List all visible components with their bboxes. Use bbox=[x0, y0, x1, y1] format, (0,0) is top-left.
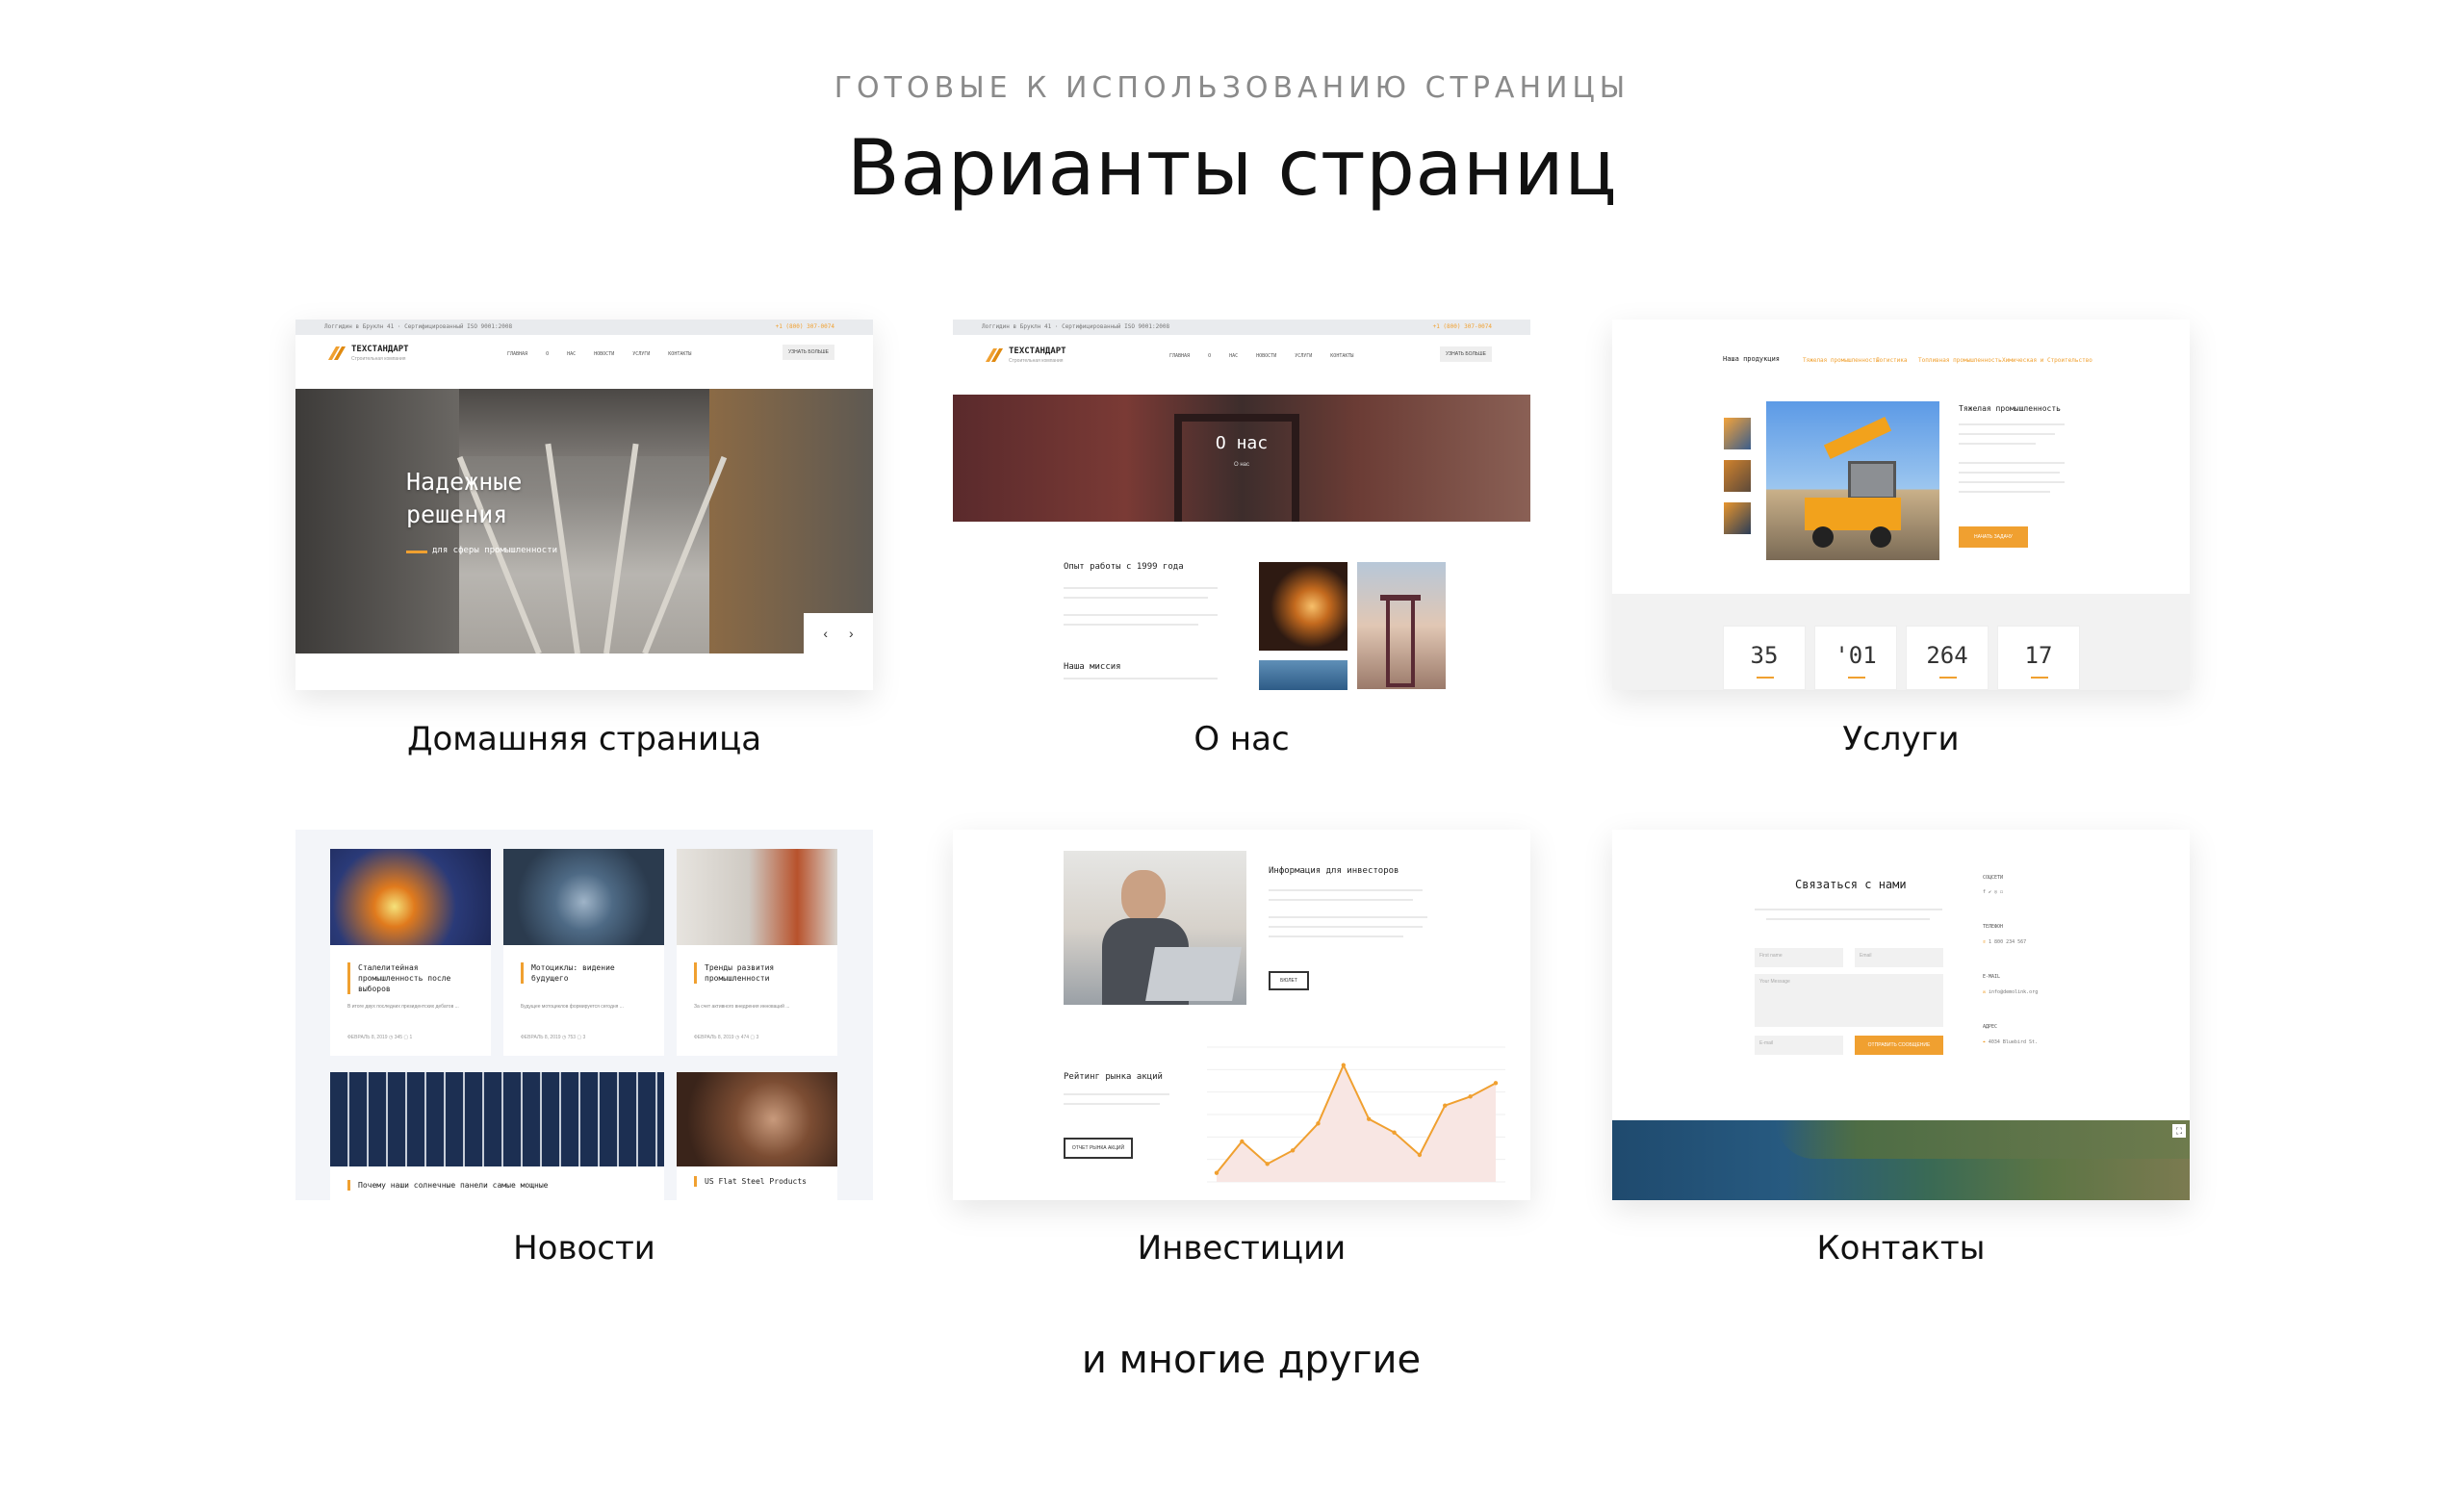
hero-title: Надежные решения bbox=[406, 468, 523, 528]
chart-point bbox=[1265, 1162, 1270, 1166]
thumbnail bbox=[1724, 418, 1751, 449]
slider-arrows: ‹ › bbox=[804, 613, 873, 653]
stat-value: 17 bbox=[1997, 626, 2080, 690]
stat-value: '01 bbox=[1814, 626, 1897, 690]
preview-about[interactable]: Логгидин в Бруклн 41 · Сертифицированный… bbox=[953, 320, 1530, 690]
side-email-label: E-MAIL bbox=[1983, 974, 2001, 980]
chart-point bbox=[1417, 1152, 1423, 1158]
topbar: Логгидин в Бруклн 41 · Сертифицированный… bbox=[953, 320, 1530, 335]
side-phone-label: ТЕЛЕФОН bbox=[1983, 924, 2004, 930]
services-tab: Топливная промышленность bbox=[1918, 357, 2002, 364]
services-tab: Логистика bbox=[1876, 357, 1908, 364]
investor-image bbox=[1064, 851, 1246, 1005]
preview-invest[interactable]: Информация для инвесторов БЮЛЕТ Рейтинг … bbox=[953, 830, 1530, 1200]
image-sparks bbox=[1259, 562, 1348, 651]
nav-menu: ГЛАВНАЯ О НАС НОВОСТИ УСЛУГИ КОНТАКТЫ bbox=[507, 351, 692, 357]
thumbnail bbox=[1724, 502, 1751, 534]
caption-services: Услуги bbox=[1842, 720, 1960, 758]
chart-point bbox=[1290, 1148, 1296, 1153]
section-eyebrow: ГОТОВЫЕ К ИСПОЛЬЗОВАНИЮ СТРАНИЦЫ bbox=[834, 71, 1630, 105]
chart-point bbox=[1366, 1116, 1372, 1121]
caption-contacts: Контакты bbox=[1816, 1229, 1986, 1268]
caption-about: О нас bbox=[1194, 720, 1290, 758]
image-tower bbox=[1357, 562, 1446, 689]
product-image bbox=[1766, 401, 1939, 560]
email-field: E-mail bbox=[1755, 1036, 1843, 1055]
mission-heading: Наша миссия bbox=[1064, 662, 1121, 672]
caption-invest: Инвестиции bbox=[1137, 1229, 1347, 1268]
side-address-label: АДРЕС bbox=[1983, 1024, 1998, 1030]
stock-report-button: ОТЧЕТ РЫНКА АКЦИЙ bbox=[1064, 1138, 1133, 1159]
chart-point bbox=[1240, 1139, 1245, 1144]
preview-news[interactable]: Сталелитейная промышленность после выбор… bbox=[295, 830, 873, 1200]
stock-chart bbox=[1207, 1046, 1505, 1183]
hero-subtitle: для сферы промышленности bbox=[432, 546, 558, 555]
map: ⛶ bbox=[1612, 1120, 2190, 1200]
contacts-heading: Связаться с нами bbox=[1795, 878, 1907, 891]
logo-text: ТЕХСТАНДАРТ bbox=[351, 345, 409, 354]
logo-subtitle: Строительная компания bbox=[351, 356, 406, 362]
nav-row: ТЕХСТАНДАРТ Строительная компания ГЛАВНА… bbox=[295, 335, 873, 373]
logo-icon bbox=[985, 348, 1004, 362]
topbar-phone: +1 (800) 307-0074 bbox=[775, 323, 834, 330]
bulletin-button: БЮЛЕТ bbox=[1269, 971, 1309, 990]
chart-point bbox=[1316, 1121, 1321, 1126]
chart-point bbox=[1493, 1081, 1499, 1086]
chart-point bbox=[1443, 1103, 1448, 1108]
fullscreen-icon: ⛶ bbox=[2172, 1124, 2186, 1138]
about-heading: Опыт работы с 1999 года bbox=[1064, 562, 1184, 572]
logo-icon bbox=[327, 346, 346, 360]
services-tab: Тяжелая промышленность bbox=[1803, 357, 1880, 364]
news-card: US Flat Steel Products bbox=[677, 1072, 837, 1200]
chart-point bbox=[1214, 1170, 1219, 1175]
topbar-left-text: Логгидин в Бруклн 41 · Сертифицированный… bbox=[324, 323, 513, 330]
side-social-label: СОЦСЕТИ bbox=[1983, 875, 2004, 881]
news-card: Сталелитейная промышленность после выбор… bbox=[330, 849, 491, 1056]
services-tab: Химическая и Строительство bbox=[2002, 357, 2092, 364]
investor-heading: Информация для инвесторов bbox=[1269, 866, 1399, 876]
stat-value: 35 bbox=[1723, 626, 1806, 690]
stock-heading: Рейтинг рынка акций bbox=[1064, 1072, 1163, 1082]
nav-button: УЗНАТЬ БОЛЬШЕ bbox=[783, 345, 834, 360]
stats-band bbox=[1612, 594, 2190, 690]
more-pages-text: и многие другие bbox=[1081, 1338, 1422, 1382]
news-card: Мотоциклы: видение будущего Будущее мото… bbox=[503, 849, 664, 1056]
hero-slide: Надежные решения для сферы промышленности… bbox=[295, 389, 873, 653]
nav-row: ТЕХСТАНДАРТ Строительная компания ГЛАВНА… bbox=[953, 337, 1530, 375]
thumbnail bbox=[1724, 460, 1751, 492]
services-title: Наша продукция bbox=[1723, 355, 1781, 363]
email-field-top: Email bbox=[1855, 948, 1943, 967]
send-button: ОТПРАВИТЬ СООБЩЕНИЕ bbox=[1855, 1036, 1943, 1055]
caption-home: Домашняя страница bbox=[406, 720, 762, 758]
product-button: НАЧАТЬ ЗАДАЧУ bbox=[1959, 526, 2028, 548]
caption-news: Новости bbox=[513, 1229, 655, 1268]
stat-value: 264 bbox=[1906, 626, 1989, 690]
news-card: Тренды развития промышленности За счет а… bbox=[677, 849, 837, 1056]
image-port bbox=[1259, 660, 1348, 690]
chart-point bbox=[1468, 1094, 1473, 1099]
first-name-field: First name bbox=[1755, 948, 1843, 967]
preview-contacts[interactable]: Связаться с нами First name Email Your M… bbox=[1612, 830, 2190, 1200]
topbar: Логгидин в Бруклн 41 · Сертифицированный… bbox=[295, 320, 873, 335]
message-field: Your Message bbox=[1755, 974, 1943, 1027]
preview-services[interactable]: Наша продукция Тяжелая промышленность Ло… bbox=[1612, 320, 2190, 690]
news-card: Почему наши солнечные панели самые мощны… bbox=[330, 1072, 664, 1200]
product-title: Тяжелая промышленность bbox=[1959, 404, 2061, 413]
about-hero: О нас О нас bbox=[953, 395, 1530, 522]
section-title: Варианты страниц bbox=[846, 123, 1618, 213]
chart-point bbox=[1341, 1063, 1347, 1067]
preview-home[interactable]: Логгидин в Бруклн 41 · Сертифицированный… bbox=[295, 320, 873, 690]
chart-point bbox=[1392, 1130, 1397, 1135]
